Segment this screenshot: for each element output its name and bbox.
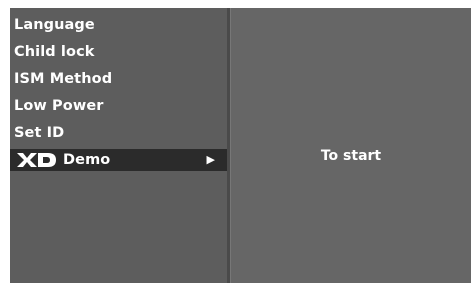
menu-item-set-id[interactable]: Set ID [10,122,227,144]
xd-logo-icon [17,153,56,167]
menu-item-label: Language [14,17,95,33]
submenu-arrow-icon: ▶ [206,153,215,166]
menu-item-xd-demo[interactable]: Demo ▶ [10,149,227,171]
menu-item-label: Set ID [14,125,65,141]
menu-item-child-lock[interactable]: Child lock [10,41,227,63]
menu-item-language[interactable]: Language [10,14,227,36]
menu-item-label: ISM Method [14,71,113,87]
tv-osd-menu: Language Child lock ISM Method Low Power… [10,8,471,283]
menu-item-low-power[interactable]: Low Power [10,95,227,117]
to-start-button[interactable]: To start [231,148,471,164]
detail-panel: To start [230,8,471,283]
menu-item-label: Low Power [14,98,104,114]
menu-list: Language Child lock ISM Method Low Power… [10,8,227,283]
menu-item-label: Demo [63,152,111,168]
menu-item-label: Child lock [14,44,95,60]
menu-item-ism-method[interactable]: ISM Method [10,68,227,90]
